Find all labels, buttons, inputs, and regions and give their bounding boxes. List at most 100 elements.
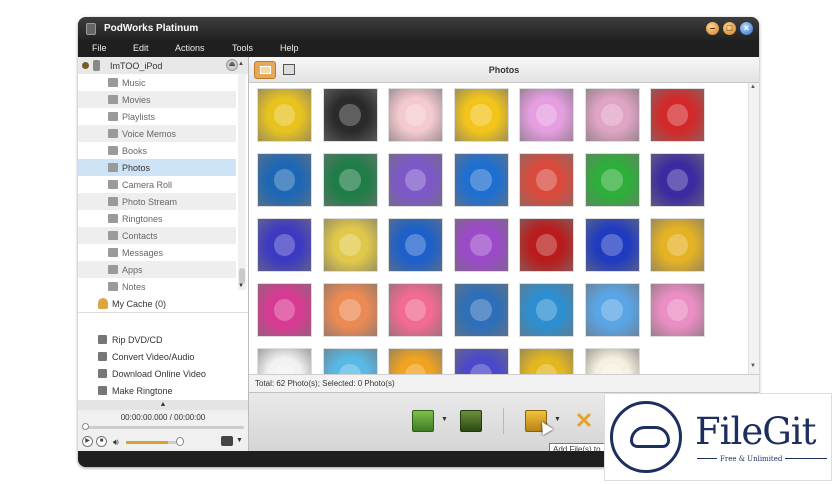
photo-thumbnail[interactable] — [584, 218, 640, 272]
photo-thumbnail[interactable] — [257, 218, 312, 272]
photo-thumbnail[interactable] — [453, 153, 509, 207]
photo-thumbnail[interactable] — [322, 153, 378, 207]
menu-bar: File Edit Actions Tools Help — [78, 40, 759, 57]
maximize-button[interactable]: □ — [723, 22, 736, 35]
photo-thumbnail[interactable] — [388, 88, 443, 142]
book-icon — [108, 146, 118, 155]
seek-bar[interactable] — [84, 426, 244, 429]
menu-file[interactable]: File — [92, 43, 107, 53]
photo-thumbnail[interactable] — [257, 283, 312, 337]
sidebar-item-contacts[interactable]: Contacts — [78, 227, 236, 244]
tool-item-label: Download Online Video — [112, 369, 206, 379]
app-icon — [86, 23, 96, 35]
photo-thumbnail[interactable] — [519, 348, 574, 374]
my-cache-item[interactable]: My Cache (0) — [78, 294, 248, 313]
sidebar-item-books[interactable]: Books — [78, 142, 236, 159]
photo-thumbnail[interactable] — [650, 218, 705, 272]
chevron-down-icon[interactable]: ▼ — [554, 416, 561, 423]
stop-button[interactable]: ■ — [96, 436, 107, 447]
photo-thumbnail[interactable] — [584, 88, 640, 142]
sidebar-item-notes[interactable]: Notes — [78, 278, 236, 295]
menu-edit[interactable]: Edit — [133, 43, 149, 53]
scroll-up-arrow-icon[interactable]: ▲ — [238, 61, 246, 67]
photo-thumbnail[interactable] — [388, 218, 443, 272]
eject-icon[interactable]: ⏏ — [226, 59, 238, 71]
photo-thumbnail[interactable] — [453, 88, 509, 142]
photo-thumbnail[interactable] — [584, 348, 640, 374]
photo-grid-scrollbar[interactable]: ▲ ▼ — [748, 83, 759, 374]
movie-icon — [108, 95, 118, 104]
expand-icon[interactable] — [82, 62, 89, 69]
status-bar: Total: 62 Photo(s); Selected: 0 Photo(s) — [249, 374, 759, 392]
photo-thumbnail[interactable] — [257, 88, 312, 142]
seek-knob[interactable] — [82, 423, 89, 430]
minimize-button[interactable]: – — [706, 22, 719, 35]
photo-thumbnail[interactable] — [650, 153, 705, 207]
tool-item-rip-dvd-cd[interactable]: Rip DVD/CD — [78, 331, 248, 348]
chevron-down-icon[interactable]: ▼ — [441, 416, 448, 423]
cloud-icon — [630, 426, 670, 448]
sidebar-item-messages[interactable]: Messages — [78, 244, 236, 261]
menu-help[interactable]: Help — [280, 43, 299, 53]
photo-thumbnail[interactable] — [519, 88, 574, 142]
sidebar-item-playlists[interactable]: Playlists — [78, 108, 236, 125]
sidebar-scrollbar-thumb[interactable] — [239, 268, 245, 284]
photo-thumbnail[interactable] — [388, 283, 443, 337]
scroll-down-arrow-icon[interactable]: ▼ — [750, 363, 756, 369]
collapse-tools-icon[interactable]: ▲ — [78, 400, 248, 410]
photo-thumbnail[interactable] — [453, 283, 509, 337]
sidebar-item-label: Voice Memos — [122, 129, 177, 139]
disc-icon — [98, 335, 107, 344]
sidebar-item-label: Apps — [122, 265, 143, 275]
watermark-tagline: Free & Unlimited — [717, 455, 786, 463]
photo-thumbnail[interactable] — [519, 153, 574, 207]
photo-thumbnail[interactable] — [584, 153, 640, 207]
photo-icon — [108, 163, 118, 172]
delete-icon[interactable]: ✕ — [573, 410, 595, 432]
volume-knob[interactable] — [176, 437, 184, 446]
photo-thumbnail[interactable] — [519, 283, 574, 337]
photo-thumbnail[interactable] — [257, 153, 312, 207]
tool-item-convert-video-audio[interactable]: Convert Video/Audio — [78, 348, 248, 365]
photo-thumbnail[interactable] — [322, 283, 378, 337]
photo-thumbnail[interactable] — [388, 348, 443, 374]
menu-actions[interactable]: Actions — [175, 43, 205, 53]
snapshot-camera-icon[interactable] — [221, 436, 233, 446]
sidebar-item-voice-memos[interactable]: Voice Memos — [78, 125, 236, 142]
menu-tools[interactable]: Tools — [232, 43, 253, 53]
scroll-up-arrow-icon[interactable]: ▲ — [750, 84, 756, 90]
sidebar-item-music[interactable]: Music — [78, 74, 236, 91]
close-button[interactable]: × — [740, 22, 753, 35]
sidebar-item-ringtones[interactable]: Ringtones — [78, 210, 236, 227]
chevron-down-icon[interactable]: ▼ — [236, 437, 243, 444]
sidebar-item-photo-stream[interactable]: Photo Stream — [78, 193, 236, 210]
sidebar-item-movies[interactable]: Movies — [78, 91, 236, 108]
photo-thumbnail[interactable] — [322, 88, 378, 142]
tool-item-make-ringtone[interactable]: Make Ringtone — [78, 382, 248, 399]
play-button[interactable]: ▶ — [82, 436, 93, 447]
tool-item-download-online-video[interactable]: Download Online Video — [78, 365, 248, 382]
volume-slider[interactable] — [126, 441, 182, 444]
sidebar-item-photos[interactable]: Photos — [78, 159, 236, 176]
sidebar-item-camera-roll[interactable]: Camera Roll — [78, 176, 236, 193]
photo-thumbnail[interactable] — [257, 348, 312, 374]
photo-thumbnail[interactable] — [650, 283, 705, 337]
photo-thumbnail[interactable] — [650, 88, 705, 142]
photo-thumbnail[interactable] — [388, 153, 443, 207]
photo-thumbnail[interactable] — [453, 218, 509, 272]
volume-icon[interactable]: 🔊︎ — [113, 437, 119, 448]
export-icon[interactable] — [460, 410, 482, 432]
sidebar-item-label: Books — [122, 146, 148, 156]
photo-thumbnail[interactable] — [453, 348, 509, 374]
window-title: PodWorks Platinum — [104, 23, 199, 34]
device-row[interactable]: ImTOO_iPod ⏏ ▲ — [78, 57, 248, 74]
photo-thumbnail[interactable] — [519, 218, 574, 272]
photo-thumbnail[interactable] — [322, 348, 378, 374]
photo-thumbnail[interactable] — [584, 283, 640, 337]
scroll-down-arrow-icon[interactable]: ▼ — [238, 283, 246, 289]
photo-thumbnail[interactable] — [322, 218, 378, 272]
sidebar-item-apps[interactable]: Apps — [78, 261, 236, 278]
sidebar-item-label: Ringtones — [122, 214, 163, 224]
sidebar-scrollbar[interactable] — [238, 74, 246, 290]
add-to-device-icon[interactable] — [412, 410, 434, 432]
